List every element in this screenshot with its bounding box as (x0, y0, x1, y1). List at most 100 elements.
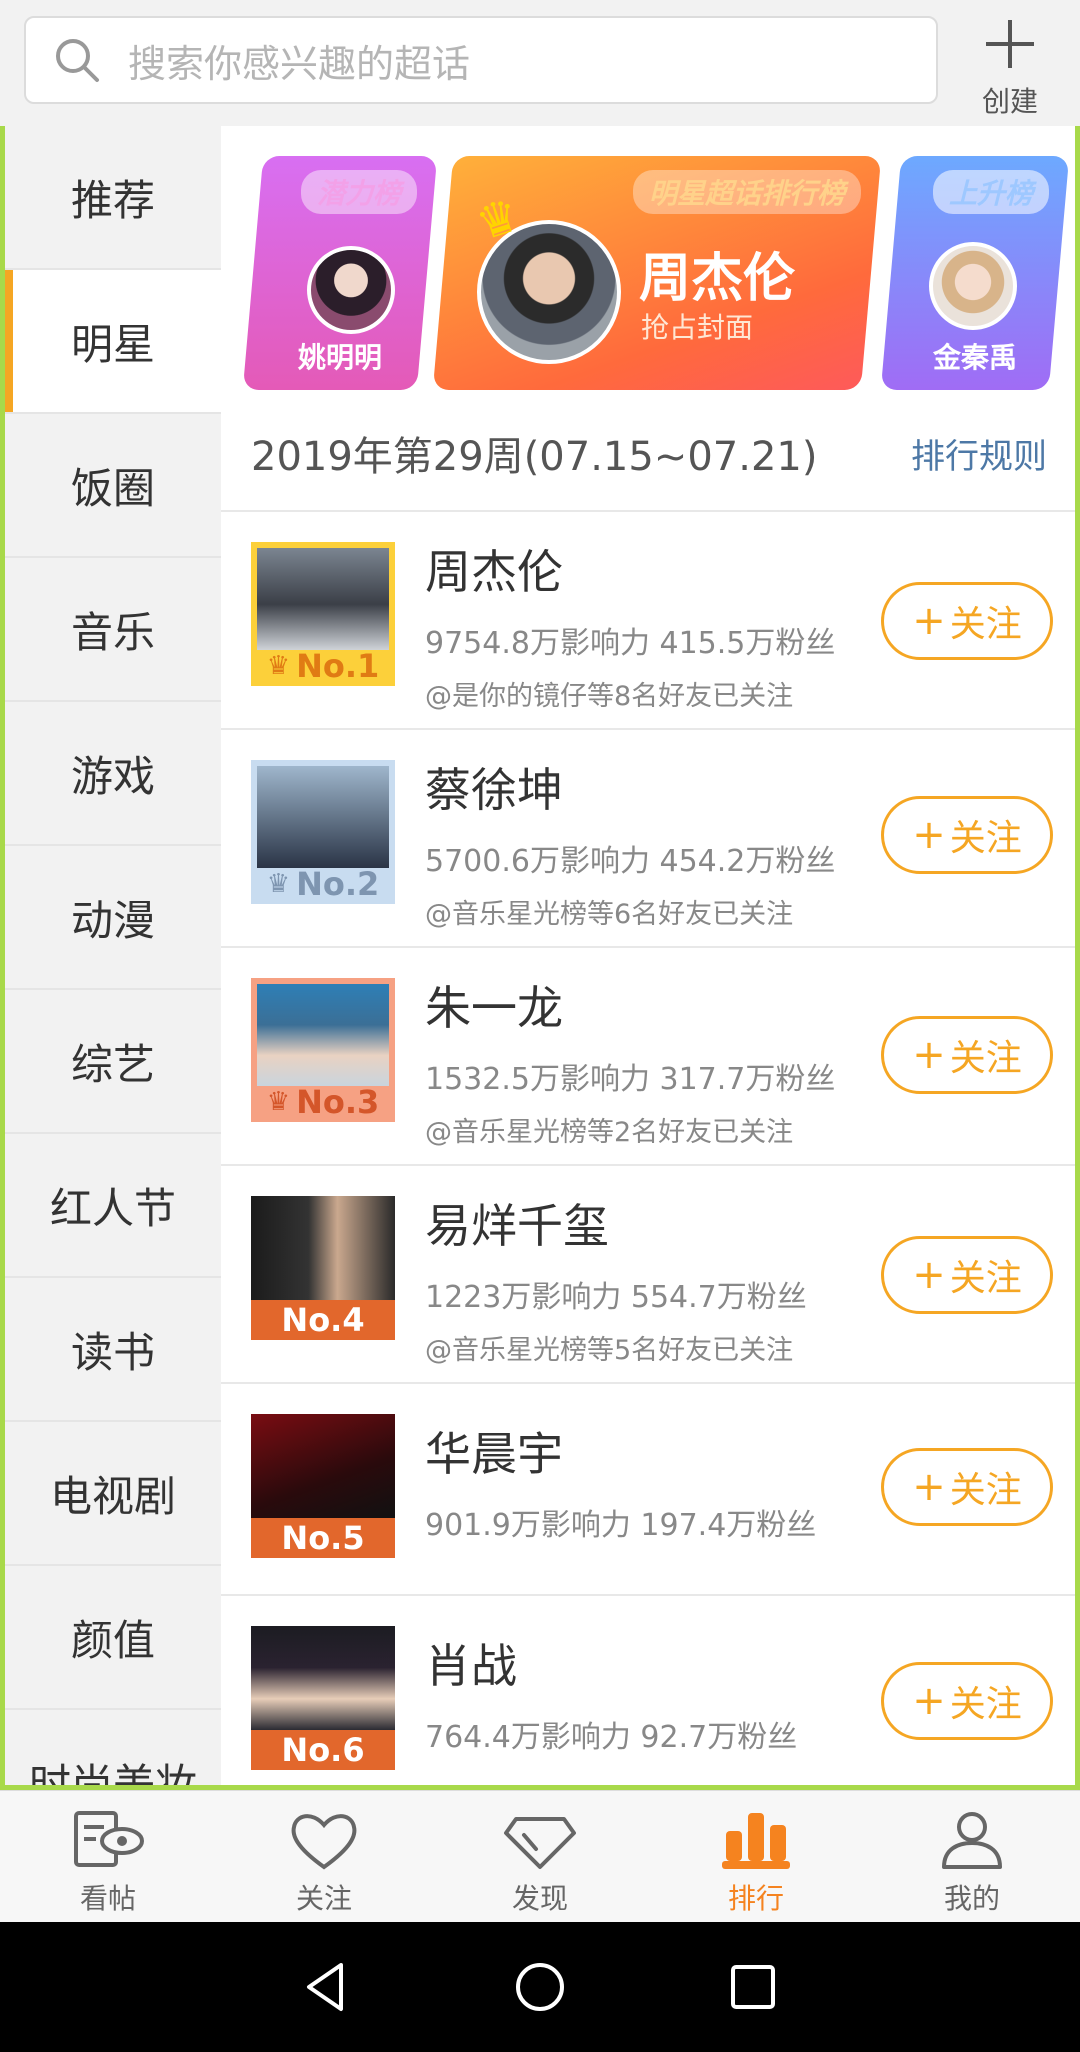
rising-list-name: 金秦禹 (932, 341, 1017, 374)
ranking-rules-link[interactable]: 排行规则 (911, 429, 1047, 478)
cover-subtitle: 抢占封面 (641, 311, 754, 344)
sidebar-item-anime[interactable]: 动漫 (5, 846, 221, 990)
rank-number: No.5 (281, 1519, 365, 1557)
plus-icon: + (912, 1678, 946, 1724)
tab-posts[interactable]: 看帖 (0, 1791, 216, 1922)
star-name: 易烊千玺 (425, 1199, 609, 1253)
sidebar-item-fan-circle[interactable]: 饭圈 (5, 414, 221, 558)
star-ranking-card[interactable]: 明星超话排行榜 ♛ 周杰伦 抢占封面 (432, 156, 882, 390)
eye-post-icon (74, 1811, 144, 1867)
home-icon[interactable] (510, 1957, 570, 2017)
tab-ranking[interactable]: 排行 (648, 1791, 864, 1922)
list-item[interactable]: No.5 华晨宇 901.9万影响力 197.4万粉丝 + 关注 (221, 1384, 1075, 1596)
bottom-tab-bar: 看帖 关注 发现 排行 我的 (0, 1790, 1080, 1922)
category-sidebar[interactable]: 推荐 明星 饭圈 音乐 游戏 动漫 综艺 红人节 读书 电视剧 颜值 时尚美妆 (5, 126, 221, 1786)
follow-label: 关注 (949, 604, 1022, 645)
crown-icon: ♛ (266, 651, 291, 681)
create-button[interactable]: 创建 (960, 14, 1060, 118)
tab-ranking-label: 排行 (727, 1882, 784, 1915)
list-item[interactable]: No.6 肖战 764.4万影响力 92.7万粉丝 + 关注 (221, 1596, 1075, 1785)
sidebar-item-reading[interactable]: 读书 (5, 1278, 221, 1422)
main-area: 推荐 明星 饭圈 音乐 游戏 动漫 综艺 红人节 读书 电视剧 颜值 时尚美妆 … (0, 126, 1080, 1790)
follow-label: 关注 (949, 818, 1022, 859)
rank-thumbnail: ♛ No.2 (251, 760, 395, 904)
star-name: 肖战 (425, 1639, 517, 1693)
list-item[interactable]: ♛ No.2 蔡徐坤 5700.6万影响力 454.2万粉丝 @音乐星光榜等6名好… (221, 730, 1075, 948)
list-item[interactable]: ♛ No.3 朱一龙 1532.5万影响力 317.7万粉丝 @音乐星光榜等2名好… (221, 948, 1075, 1166)
crown-icon: ♛ (266, 1087, 291, 1117)
tab-posts-label: 看帖 (79, 1882, 136, 1915)
follow-button[interactable]: + 关注 (881, 1016, 1053, 1094)
tab-discover[interactable]: 发现 (432, 1791, 648, 1922)
plus-icon: + (912, 598, 946, 644)
follow-button[interactable]: + 关注 (881, 582, 1053, 660)
create-label: 创建 (981, 85, 1038, 118)
star-name: 蔡徐坤 (425, 763, 563, 817)
diamond-icon (504, 1817, 576, 1869)
potential-list-tag: 潜力榜 (300, 170, 417, 214)
list-item[interactable]: No.4 易烊千玺 1223万影响力 554.7万粉丝 @音乐星光榜等5名好友已… (221, 1166, 1075, 1384)
recents-icon[interactable] (723, 1957, 783, 2017)
potential-list-name: 姚明明 (297, 341, 382, 374)
back-icon[interactable] (297, 1957, 357, 2017)
follow-button[interactable]: + 关注 (881, 1448, 1053, 1526)
star-stats: 1223万影响力 554.7万粉丝 (425, 1280, 807, 1315)
tab-discover-label: 发现 (511, 1882, 568, 1915)
tab-me[interactable]: 我的 (864, 1791, 1080, 1922)
plus-icon: + (912, 812, 946, 858)
follow-button[interactable]: + 关注 (881, 1236, 1053, 1314)
sidebar-item-stars[interactable]: 明星 (5, 270, 221, 414)
rank-thumbnail: No.4 (251, 1196, 395, 1340)
search-box[interactable]: 搜索你感兴趣的超话 (24, 16, 938, 104)
follow-button[interactable]: + 关注 (881, 1662, 1053, 1740)
plus-icon: + (912, 1464, 946, 1510)
follow-label: 关注 (949, 1470, 1022, 1511)
friends-following: @音乐星光榜等5名好友已关注 (425, 1335, 794, 1366)
week-header: 2019年第29周(07.15~07.21) 排行规则 (221, 396, 1075, 512)
rank-thumbnail: No.5 (251, 1414, 395, 1558)
system-nav-bar (0, 1922, 1080, 2052)
ranking-banner: 潜力榜 姚明明 明星超话排行榜 ♛ 周杰伦 抢占封面 上升榜 金秦禹 (221, 126, 1075, 396)
avatar (307, 246, 395, 334)
search-placeholder: 搜索你感兴趣的超话 (128, 41, 471, 86)
sidebar-item-influencer-festival[interactable]: 红人节 (5, 1134, 221, 1278)
rising-list-tag: 上升榜 (932, 170, 1049, 214)
rank-number: No.4 (281, 1301, 365, 1339)
tab-me-label: 我的 (943, 1882, 1000, 1915)
potential-list-card[interactable]: 潜力榜 姚明明 (242, 156, 438, 390)
star-ranking-tag: 明星超话排行榜 (632, 170, 861, 214)
ranking-list: ♛ No.1 周杰伦 9754.8万影响力 415.5万粉丝 @是你的镜仔等8名好… (221, 512, 1075, 1785)
plus-icon: + (912, 1032, 946, 1078)
star-stats: 901.9万影响力 197.4万粉丝 (425, 1508, 817, 1543)
sidebar-item-looks[interactable]: 颜值 (5, 1566, 221, 1710)
rank-number: No.6 (281, 1731, 365, 1769)
top-bar: 搜索你感兴趣的超话 创建 (0, 0, 1080, 126)
rank-number: No.3 (296, 1083, 380, 1121)
tab-follow[interactable]: 关注 (216, 1791, 432, 1922)
week-label: 2019年第29周(07.15~07.21) (251, 434, 818, 480)
rank-thumbnail: ♛ No.1 (251, 542, 395, 686)
sidebar-item-recommend[interactable]: 推荐 (5, 126, 221, 270)
star-name: 周杰伦 (425, 545, 563, 599)
rank-thumbnail: ♛ No.3 (251, 978, 395, 1122)
rank-thumbnail: No.6 (251, 1626, 395, 1770)
rising-list-card[interactable]: 上升榜 金秦禹 (880, 156, 1070, 390)
avatar (929, 242, 1017, 330)
follow-button[interactable]: + 关注 (881, 796, 1053, 874)
follow-label: 关注 (949, 1038, 1022, 1079)
list-item[interactable]: ♛ No.1 周杰伦 9754.8万影响力 415.5万粉丝 @是你的镜仔等8名好… (221, 512, 1075, 730)
rank-number: No.2 (296, 865, 380, 903)
sidebar-item-games[interactable]: 游戏 (5, 702, 221, 846)
sidebar-item-music[interactable]: 音乐 (5, 558, 221, 702)
plus-icon: + (912, 1252, 946, 1298)
bar-chart-icon (722, 1813, 790, 1869)
sidebar-item-variety[interactable]: 综艺 (5, 990, 221, 1134)
sidebar-item-fashion-beauty[interactable]: 时尚美妆 (5, 1710, 221, 1786)
person-icon (942, 1812, 1002, 1869)
friends-following: @音乐星光榜等6名好友已关注 (425, 899, 794, 930)
star-stats: 5700.6万影响力 454.2万粉丝 (425, 844, 836, 879)
friends-following: @是你的镜仔等8名好友已关注 (425, 681, 794, 712)
search-icon (56, 39, 99, 82)
tab-follow-label: 关注 (295, 1882, 352, 1915)
sidebar-item-tv-series[interactable]: 电视剧 (5, 1422, 221, 1566)
